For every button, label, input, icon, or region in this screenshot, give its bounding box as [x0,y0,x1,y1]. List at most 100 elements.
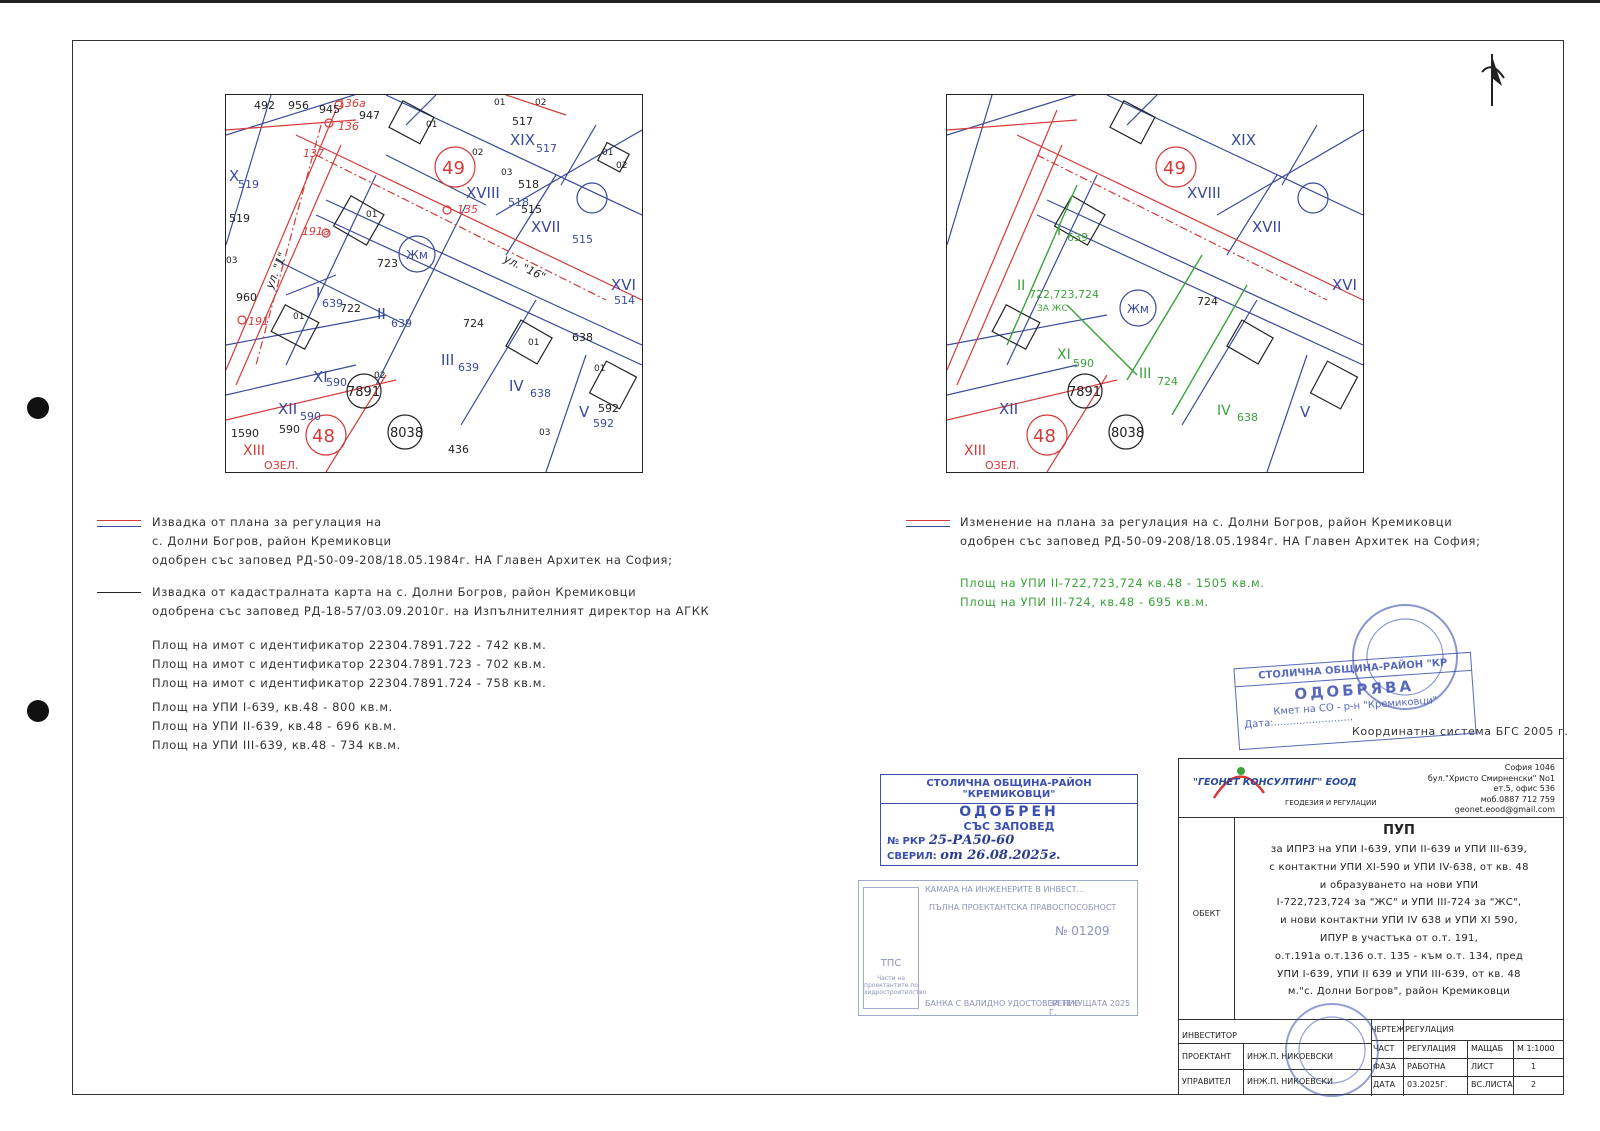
map-label: 1590 [231,427,259,440]
legend-upi-areas: Площ на УПИ I-639, кв.48 - 800 кв.м. Пло… [152,698,401,755]
legend-regulation-amended: Изменение на плана за регулация на с. До… [960,513,1481,551]
map-label: 03 [226,256,237,266]
legend-line-blue [97,526,141,527]
map-label: 722 [340,302,361,315]
zone-label: Жм [1127,302,1149,316]
drawing-row: ЧЕРТЕЖ РЕГУЛАЦИЯ [1371,1019,1563,1041]
map-label: XVI [1332,276,1357,294]
map-label: 517 [536,142,557,155]
map-label: 01 [293,312,304,322]
map-label-green: XI [1057,347,1071,363]
map-label: 724 [463,317,484,330]
map-label: 956 [288,99,309,112]
row-label: ПРОЕКТАНТ [1182,1052,1232,1061]
map-label: XIX [510,131,535,149]
legend-text: одобрен със заповед РД-50-09-208/18.05.1… [960,534,1481,548]
legend-text: Изменение на плана за регулация на с. До… [960,515,1453,529]
map-label: 638 [572,331,593,344]
map-label: 590 [279,423,300,436]
stamp-title: ОДОБРЕН [959,804,1059,820]
map-label-red: ОЗЕЛ. [985,459,1019,472]
chamber-note: Части на проектантите по хидростроителст… [864,975,927,996]
map-label: 01 [602,148,613,158]
map-svg-right: 49 48 XIII ОЗЕЛ. 7891 8038 XIX XVIII XVI… [947,95,1363,472]
map-label: 02 [374,371,385,381]
object-line: ИПУР в участъка от о.т. 191, [1319,932,1479,944]
address-line: бул."Христо Смирненски" No1 [1427,773,1555,783]
map-label: 947 [359,109,380,122]
map-label: 723 [377,257,398,270]
meta-cell: 03.2025Г. [1407,1080,1448,1089]
zone-label: Жм [406,248,428,262]
map-label-red: 136а [338,97,366,110]
meta-cell: ЛИСТ [1471,1062,1494,1071]
legend-property-areas: Площ на имот с идентификатор 22304.7891.… [152,636,546,693]
map-label: V [579,403,590,421]
address-line: София 1046 [1504,763,1555,772]
punch-hole-top [27,397,49,419]
map-label-red: 48 [1033,426,1056,447]
legend-text: Площ на УПИ II-722,723,724 кв.48 - 1505 … [960,576,1265,590]
legend-regulation-original: Извадка от плана за регулация на с. Долн… [152,513,673,570]
company-name: "ГЕОНЕТ КОНСУЛТИНГ" ЕООД [1193,777,1357,788]
meta-cell: МАЩАБ [1471,1044,1504,1053]
map-label: 492 [254,99,275,112]
tb-vline [1513,1041,1514,1094]
legend-text: Площ на имот с идентификатор 22304.7891.… [152,676,547,690]
map-label: 724 [1197,295,1218,308]
legend-line-blue-right [906,526,950,527]
map-label: 03 [501,168,512,178]
object-label-cell: ОБЕКТ [1179,817,1235,1019]
row-label: ИНВЕСТИТОР [1182,1031,1238,1040]
map-label-green: II [1017,278,1025,294]
map-label-red: 49 [1163,158,1186,179]
map-label: 518 [518,178,539,191]
map-label: 01 [594,364,605,374]
map-label: I [316,284,320,302]
map-label-red: 137 [303,147,324,160]
map-label: XVIII [1187,184,1221,202]
object-line: о.т.191а о.т.136 о.т. 135 - към о.т. 134… [1274,950,1524,962]
top-border [0,0,1600,3]
map-label: XVI [611,276,636,294]
chamber-reg-number: № 01209 [1055,924,1110,938]
legend-text: одобрена със заповед РД-18-57/03.09.2010… [152,604,710,618]
map-label: 639 [391,317,412,330]
object-line: и нови контактни УПИ IV 638 и УПИ XI 590… [1280,915,1518,927]
object-line: I-722,723,724 за "ЖС" и УПИ III-724 за "… [1276,897,1522,909]
chamber-side-label: ТПС [880,958,902,969]
meta-cell: РАБОТНА [1407,1062,1446,1071]
map-label: 02 [535,98,546,108]
legend-text: Площ на УПИ I-639, кв.48 - 800 кв.м. [152,700,393,714]
street-name: ул. "16" [501,252,548,284]
map-label-green: ЗА ЖС [1037,304,1068,314]
map-label-green: 590 [1073,357,1094,370]
map-label-red: 48 [312,426,335,447]
company-subtitle: ГЕОДЕЗИЯ И РЕГУЛАЦИИ [1285,799,1377,807]
map-label: XII [278,400,297,418]
street-name: ул. "1" [263,251,290,292]
legend-text: одобрен със заповед РД-50-09-208/18.05.1… [152,553,673,567]
map-label: XII [999,400,1018,418]
object-line: за ИПРЗ на УПИ I-639, УПИ II-639 и УПИ I… [1270,844,1528,855]
meta-grid: ЧАСТ РЕГУЛАЦИЯ МАЩАБ М 1:1000 ФАЗА РАБОТ… [1371,1041,1563,1094]
map-label-green: 638 [1237,411,1258,424]
map-label: 03 [539,428,550,438]
legend-text: с. Долни Богров, район Кремиковци [152,534,392,548]
map-label-red: 49 [442,158,465,179]
meta-cell: РЕГУЛАЦИЯ [1407,1044,1456,1053]
legend-text: Извадка от плана за регулация на [152,515,382,529]
object-line: с контактни УПИ XI-590 и УПИ IV-638, от … [1269,861,1529,873]
address-line: geonet.eood@gmail.com [1454,805,1555,814]
object-line: м."с. Долни Богров", район Кремиковци [1287,986,1511,998]
company-address: София 1046 бул."Христо Смирненски" No1 е… [1428,763,1555,816]
map-label: 590 [326,376,347,389]
map-label: II [377,305,386,323]
map-label: XVII [1252,218,1281,236]
chamber-line1: КАМАРА НА ИНЖЕНЕРИТЕ В ИНВЕСТ... [925,885,1085,894]
chamber-line2: ПЪЛНА ПРОЕКТАНТСКА ПРАВОСПОСОБНОСТ [929,903,1117,912]
legend-text: Площ на имот с идентификатор 22304.7891.… [152,638,547,652]
map-label: 01 [426,120,437,130]
regulation-plan-map-original: 492 956 945 947 01 02 517 XIX 517 01 02 … [225,94,643,473]
legend-line-red-right [906,520,950,521]
